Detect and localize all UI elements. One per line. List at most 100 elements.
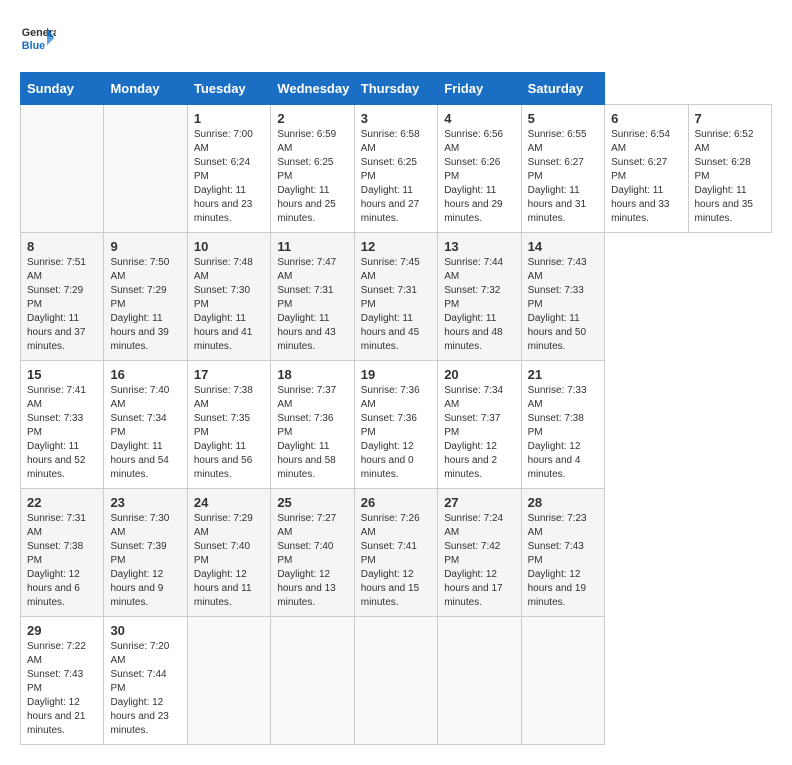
calendar-day-cell: 7 Sunrise: 6:52 AM Sunset: 6:28 PM Dayli… [688, 105, 772, 233]
day-info: Sunrise: 7:00 AM Sunset: 6:24 PM Dayligh… [194, 128, 264, 226]
weekday-header: Sunday [21, 73, 104, 105]
day-number: 25 [277, 495, 347, 510]
day-number: 29 [27, 623, 97, 638]
day-number: 17 [194, 367, 264, 382]
day-number: 27 [444, 495, 514, 510]
calendar-day-cell: 10 Sunrise: 7:48 AM Sunset: 7:30 PM Dayl… [187, 233, 270, 361]
day-number: 18 [277, 367, 347, 382]
calendar-day-cell: 29 Sunrise: 7:22 AM Sunset: 7:43 PM Dayl… [21, 617, 104, 745]
calendar-day-cell: 23 Sunrise: 7:30 AM Sunset: 7:39 PM Dayl… [104, 489, 187, 617]
calendar-day-cell: 1 Sunrise: 7:00 AM Sunset: 6:24 PM Dayli… [187, 105, 270, 233]
calendar-day-cell: 15 Sunrise: 7:41 AM Sunset: 7:33 PM Dayl… [21, 361, 104, 489]
calendar-day-cell [104, 105, 187, 233]
day-info: Sunrise: 6:55 AM Sunset: 6:27 PM Dayligh… [528, 128, 598, 226]
calendar-header-row: SundayMondayTuesdayWednesdayThursdayFrid… [21, 73, 772, 105]
calendar-day-cell [271, 617, 354, 745]
calendar-body: 1 Sunrise: 7:00 AM Sunset: 6:24 PM Dayli… [21, 105, 772, 745]
day-number: 26 [361, 495, 431, 510]
day-info: Sunrise: 7:48 AM Sunset: 7:30 PM Dayligh… [194, 256, 264, 354]
day-number: 24 [194, 495, 264, 510]
day-number: 5 [528, 111, 598, 126]
header: General Blue [20, 20, 772, 56]
calendar-day-cell: 21 Sunrise: 7:33 AM Sunset: 7:38 PM Dayl… [521, 361, 604, 489]
day-number: 7 [695, 111, 766, 126]
day-number: 3 [361, 111, 431, 126]
calendar-day-cell: 30 Sunrise: 7:20 AM Sunset: 7:44 PM Dayl… [104, 617, 187, 745]
calendar-day-cell [187, 617, 270, 745]
calendar-day-cell: 5 Sunrise: 6:55 AM Sunset: 6:27 PM Dayli… [521, 105, 604, 233]
day-info: Sunrise: 7:31 AM Sunset: 7:38 PM Dayligh… [27, 512, 97, 610]
calendar-day-cell: 26 Sunrise: 7:26 AM Sunset: 7:41 PM Dayl… [354, 489, 437, 617]
day-info: Sunrise: 7:50 AM Sunset: 7:29 PM Dayligh… [110, 256, 180, 354]
day-info: Sunrise: 6:58 AM Sunset: 6:25 PM Dayligh… [361, 128, 431, 226]
day-number: 9 [110, 239, 180, 254]
calendar-day-cell: 14 Sunrise: 7:43 AM Sunset: 7:33 PM Dayl… [521, 233, 604, 361]
day-info: Sunrise: 7:44 AM Sunset: 7:32 PM Dayligh… [444, 256, 514, 354]
day-info: Sunrise: 7:40 AM Sunset: 7:34 PM Dayligh… [110, 384, 180, 482]
weekday-header: Friday [438, 73, 521, 105]
day-info: Sunrise: 7:23 AM Sunset: 7:43 PM Dayligh… [528, 512, 598, 610]
calendar-week-row: 8 Sunrise: 7:51 AM Sunset: 7:29 PM Dayli… [21, 233, 772, 361]
calendar-day-cell: 28 Sunrise: 7:23 AM Sunset: 7:43 PM Dayl… [521, 489, 604, 617]
day-number: 19 [361, 367, 431, 382]
day-number: 14 [528, 239, 598, 254]
day-info: Sunrise: 6:54 AM Sunset: 6:27 PM Dayligh… [611, 128, 681, 226]
day-number: 22 [27, 495, 97, 510]
calendar-day-cell: 9 Sunrise: 7:50 AM Sunset: 7:29 PM Dayli… [104, 233, 187, 361]
calendar-day-cell: 12 Sunrise: 7:45 AM Sunset: 7:31 PM Dayl… [354, 233, 437, 361]
calendar-day-cell [521, 617, 604, 745]
calendar-day-cell: 25 Sunrise: 7:27 AM Sunset: 7:40 PM Dayl… [271, 489, 354, 617]
day-number: 10 [194, 239, 264, 254]
day-number: 23 [110, 495, 180, 510]
weekday-header: Wednesday [271, 73, 354, 105]
calendar-day-cell [21, 105, 104, 233]
day-number: 20 [444, 367, 514, 382]
calendar-day-cell: 27 Sunrise: 7:24 AM Sunset: 7:42 PM Dayl… [438, 489, 521, 617]
calendar-day-cell: 13 Sunrise: 7:44 AM Sunset: 7:32 PM Dayl… [438, 233, 521, 361]
day-number: 21 [528, 367, 598, 382]
day-info: Sunrise: 7:22 AM Sunset: 7:43 PM Dayligh… [27, 640, 97, 738]
day-number: 6 [611, 111, 681, 126]
day-info: Sunrise: 7:36 AM Sunset: 7:36 PM Dayligh… [361, 384, 431, 482]
day-number: 28 [528, 495, 598, 510]
logo-icon: General Blue [20, 20, 56, 56]
day-info: Sunrise: 7:41 AM Sunset: 7:33 PM Dayligh… [27, 384, 97, 482]
day-number: 1 [194, 111, 264, 126]
day-info: Sunrise: 7:27 AM Sunset: 7:40 PM Dayligh… [277, 512, 347, 610]
day-info: Sunrise: 7:30 AM Sunset: 7:39 PM Dayligh… [110, 512, 180, 610]
day-number: 16 [110, 367, 180, 382]
logo: General Blue [20, 20, 60, 56]
calendar-day-cell: 6 Sunrise: 6:54 AM Sunset: 6:27 PM Dayli… [605, 105, 688, 233]
day-info: Sunrise: 7:20 AM Sunset: 7:44 PM Dayligh… [110, 640, 180, 738]
day-info: Sunrise: 6:56 AM Sunset: 6:26 PM Dayligh… [444, 128, 514, 226]
weekday-header: Thursday [354, 73, 437, 105]
calendar-day-cell: 18 Sunrise: 7:37 AM Sunset: 7:36 PM Dayl… [271, 361, 354, 489]
day-info: Sunrise: 7:34 AM Sunset: 7:37 PM Dayligh… [444, 384, 514, 482]
calendar-day-cell: 2 Sunrise: 6:59 AM Sunset: 6:25 PM Dayli… [271, 105, 354, 233]
calendar-day-cell: 3 Sunrise: 6:58 AM Sunset: 6:25 PM Dayli… [354, 105, 437, 233]
day-number: 12 [361, 239, 431, 254]
day-info: Sunrise: 7:29 AM Sunset: 7:40 PM Dayligh… [194, 512, 264, 610]
calendar-week-row: 29 Sunrise: 7:22 AM Sunset: 7:43 PM Dayl… [21, 617, 772, 745]
calendar-day-cell: 20 Sunrise: 7:34 AM Sunset: 7:37 PM Dayl… [438, 361, 521, 489]
day-number: 8 [27, 239, 97, 254]
calendar-day-cell [438, 617, 521, 745]
calendar-day-cell: 11 Sunrise: 7:47 AM Sunset: 7:31 PM Dayl… [271, 233, 354, 361]
day-info: Sunrise: 7:45 AM Sunset: 7:31 PM Dayligh… [361, 256, 431, 354]
calendar-day-cell: 4 Sunrise: 6:56 AM Sunset: 6:26 PM Dayli… [438, 105, 521, 233]
day-info: Sunrise: 7:51 AM Sunset: 7:29 PM Dayligh… [27, 256, 97, 354]
day-info: Sunrise: 7:24 AM Sunset: 7:42 PM Dayligh… [444, 512, 514, 610]
svg-text:Blue: Blue [22, 40, 45, 52]
calendar-day-cell: 19 Sunrise: 7:36 AM Sunset: 7:36 PM Dayl… [354, 361, 437, 489]
day-number: 30 [110, 623, 180, 638]
calendar-week-row: 22 Sunrise: 7:31 AM Sunset: 7:38 PM Dayl… [21, 489, 772, 617]
day-info: Sunrise: 7:33 AM Sunset: 7:38 PM Dayligh… [528, 384, 598, 482]
day-info: Sunrise: 7:37 AM Sunset: 7:36 PM Dayligh… [277, 384, 347, 482]
calendar-table: SundayMondayTuesdayWednesdayThursdayFrid… [20, 72, 772, 745]
calendar-week-row: 1 Sunrise: 7:00 AM Sunset: 6:24 PM Dayli… [21, 105, 772, 233]
calendar-day-cell: 22 Sunrise: 7:31 AM Sunset: 7:38 PM Dayl… [21, 489, 104, 617]
day-number: 2 [277, 111, 347, 126]
calendar-day-cell: 16 Sunrise: 7:40 AM Sunset: 7:34 PM Dayl… [104, 361, 187, 489]
calendar-day-cell [354, 617, 437, 745]
day-number: 15 [27, 367, 97, 382]
